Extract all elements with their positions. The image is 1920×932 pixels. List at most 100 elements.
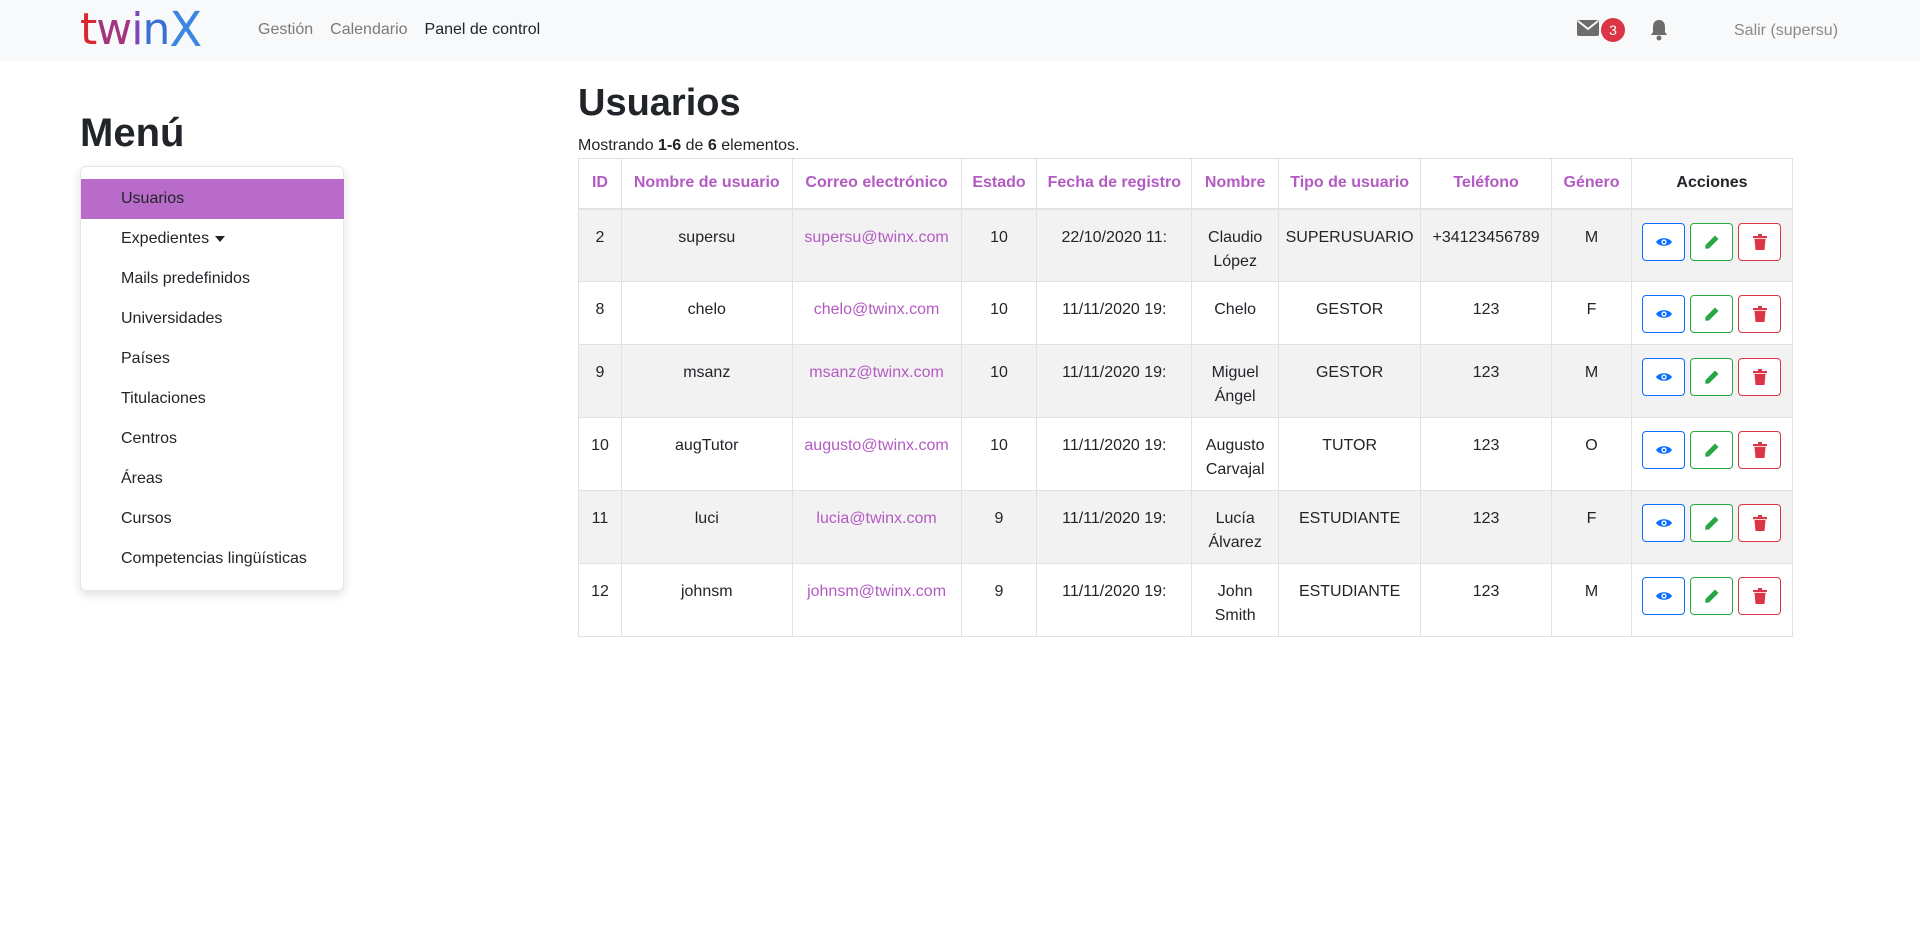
trash-icon — [1752, 515, 1767, 531]
cell-tipo: ESTUDIANTE — [1278, 563, 1422, 637]
edit-button[interactable] — [1690, 431, 1734, 469]
sidebar-item-universidades[interactable]: Universidades — [81, 299, 344, 339]
notifications-button[interactable] — [1650, 19, 1668, 46]
sidebar-item-mails-predefinidos[interactable]: Mails predefinidos — [81, 259, 344, 299]
eye-icon — [1655, 373, 1672, 381]
menu-title: Menú — [80, 111, 185, 155]
trash-icon — [1752, 588, 1767, 604]
cell-genero: F — [1551, 281, 1632, 345]
column-header-telefono[interactable]: Teléfono — [1420, 158, 1553, 210]
cell-telefono: 123 — [1420, 563, 1553, 637]
delete-button[interactable] — [1738, 358, 1782, 396]
cell-fecha: 11/11/2020 19: — [1036, 344, 1193, 418]
cell-email-link[interactable]: msanz@twinx.com — [791, 344, 962, 418]
sidebar-item-centros[interactable]: Centros — [81, 419, 344, 459]
cell-username: msanz — [620, 344, 793, 418]
table-row: 2 supersu supersu@twinx.com 10 22/10/202… — [578, 208, 1794, 282]
view-button[interactable] — [1642, 222, 1686, 261]
bell-icon — [1650, 20, 1668, 45]
column-header-username[interactable]: Nombre de usuario — [620, 158, 793, 210]
cell-email-link[interactable]: supersu@twinx.com — [791, 208, 962, 282]
cell-id: 12 — [578, 563, 622, 637]
delete-button[interactable] — [1738, 577, 1782, 615]
pencil-icon — [1705, 516, 1719, 530]
sidebar-item-expedientes[interactable]: Expedientes — [81, 219, 344, 259]
pencil-icon — [1705, 370, 1719, 384]
cell-username: augTutor — [620, 417, 793, 491]
cell-nombre: Chelo — [1191, 281, 1280, 345]
sidebar-item-cursos[interactable]: Cursos — [81, 499, 344, 539]
cell-fecha: 11/11/2020 19: — [1036, 490, 1193, 564]
cell-telefono: 123 — [1420, 344, 1553, 418]
results-summary: Mostrando 1-6 de 6 elementos. — [578, 137, 800, 154]
trash-icon — [1752, 442, 1767, 458]
nav-links: Gestión Calendario Panel de control — [258, 21, 540, 39]
sidebar-item-areas[interactable]: Áreas — [81, 459, 344, 499]
table-row: 12 johnsm johnsm@twinx.com 9 11/11/2020 … — [578, 563, 1794, 637]
sidebar-item-competencias-linguisticas[interactable]: Competencias lingüísticas — [81, 539, 344, 579]
edit-button[interactable] — [1690, 504, 1734, 542]
cell-email-link[interactable]: chelo@twinx.com — [791, 281, 962, 345]
trash-icon — [1752, 306, 1767, 322]
view-button[interactable] — [1642, 358, 1686, 396]
cell-email-link[interactable]: johnsm@twinx.com — [791, 563, 962, 637]
trash-icon — [1752, 369, 1767, 385]
edit-button[interactable] — [1690, 295, 1734, 333]
cell-nombre: Claudio López — [1191, 208, 1280, 282]
nav-link-calendario[interactable]: Calendario — [330, 21, 407, 39]
cell-tipo: ESTUDIANTE — [1278, 490, 1422, 564]
cell-actions — [1630, 281, 1794, 345]
cell-estado: 9 — [960, 563, 1038, 637]
cell-email-link[interactable]: lucia@twinx.com — [791, 490, 962, 564]
edit-button[interactable] — [1690, 577, 1734, 615]
cell-actions — [1630, 490, 1794, 564]
sidebar-item-titulaciones[interactable]: Titulaciones — [81, 379, 344, 419]
sidebar-item-paises[interactable]: Países — [81, 339, 344, 379]
eye-icon — [1655, 592, 1672, 600]
top-navbar: twinX Gestión Calendario Panel de contro… — [0, 0, 1920, 61]
column-header-fecha[interactable]: Fecha de registro — [1036, 158, 1193, 210]
column-header-tipo[interactable]: Tipo de usuario — [1278, 158, 1422, 210]
cell-fecha: 22/10/2020 11: — [1036, 208, 1193, 282]
cell-fecha: 11/11/2020 19: — [1036, 563, 1193, 637]
cell-username: luci — [620, 490, 793, 564]
cell-actions — [1630, 563, 1794, 637]
edit-button[interactable] — [1690, 358, 1734, 396]
view-button[interactable] — [1642, 504, 1686, 542]
logout-link[interactable]: Salir (supersu) — [1734, 22, 1838, 40]
cell-id: 2 — [578, 208, 622, 282]
edit-button[interactable] — [1690, 222, 1734, 261]
nav-link-panel-de-control[interactable]: Panel de control — [425, 21, 541, 39]
delete-button[interactable] — [1738, 431, 1782, 469]
view-button[interactable] — [1642, 295, 1686, 333]
cell-id: 9 — [578, 344, 622, 418]
cell-actions — [1630, 208, 1794, 282]
column-header-nombre[interactable]: Nombre — [1191, 158, 1280, 210]
twinx-logo[interactable]: twinX — [80, 6, 202, 54]
cell-genero: O — [1551, 417, 1632, 491]
pencil-icon — [1705, 589, 1719, 603]
view-button[interactable] — [1642, 431, 1686, 469]
cell-username: supersu — [620, 208, 793, 282]
table-row: 10 augTutor augusto@twinx.com 10 11/11/2… — [578, 417, 1794, 491]
delete-button[interactable] — [1738, 222, 1782, 261]
envelope-icon — [1577, 19, 1599, 41]
column-header-estado[interactable]: Estado — [960, 158, 1038, 210]
cell-nombre: Miguel Ángel — [1191, 344, 1280, 418]
column-header-id[interactable]: ID — [578, 158, 622, 210]
eye-icon — [1655, 446, 1672, 454]
cell-estado: 10 — [960, 208, 1038, 282]
messages-button[interactable]: 3 — [1577, 18, 1625, 42]
delete-button[interactable] — [1738, 295, 1782, 333]
cell-genero: M — [1551, 208, 1632, 282]
view-button[interactable] — [1642, 577, 1686, 615]
cell-fecha: 11/11/2020 19: — [1036, 417, 1193, 491]
cell-email-link[interactable]: augusto@twinx.com — [791, 417, 962, 491]
cell-estado: 10 — [960, 281, 1038, 345]
delete-button[interactable] — [1738, 504, 1782, 542]
column-header-genero[interactable]: Género — [1551, 158, 1632, 210]
sidebar-item-usuarios[interactable]: Usuarios — [81, 179, 344, 219]
cell-tipo: TUTOR — [1278, 417, 1422, 491]
nav-link-gestion[interactable]: Gestión — [258, 21, 313, 39]
column-header-email[interactable]: Correo electrónico — [791, 158, 962, 210]
